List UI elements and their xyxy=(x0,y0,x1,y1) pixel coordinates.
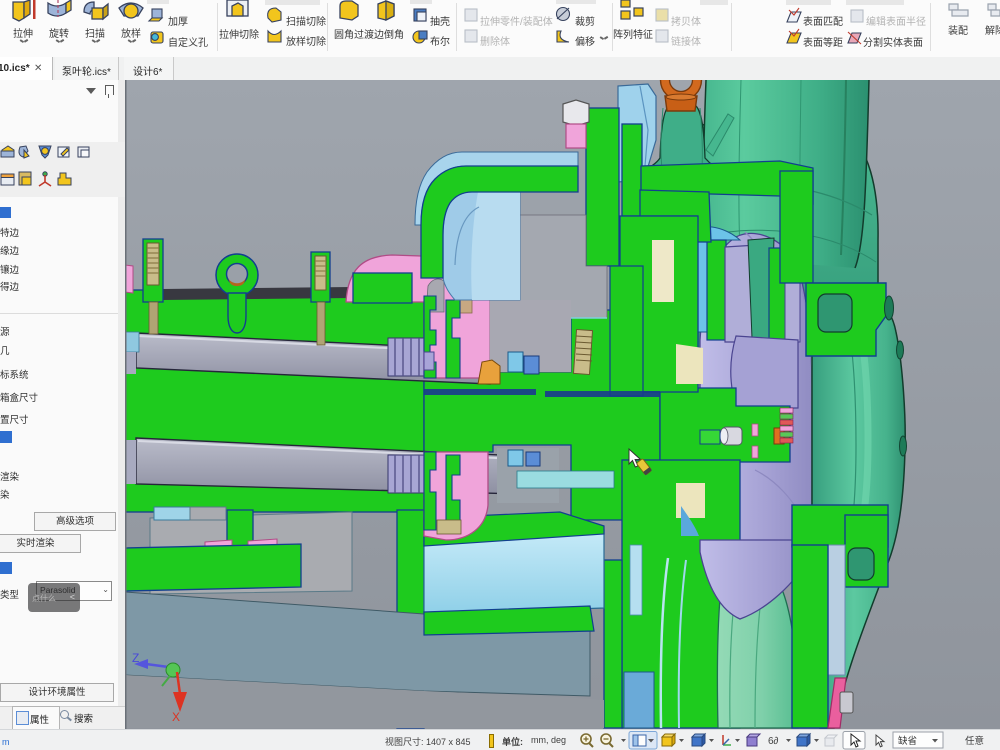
svg-text:X: X xyxy=(172,710,180,724)
svg-text:6∂: 6∂ xyxy=(768,736,779,747)
svg-text:任意: 任意 xyxy=(965,735,984,747)
svg-text:Z: Z xyxy=(132,651,139,665)
svg-text:缺省: 缺省 xyxy=(898,735,917,747)
